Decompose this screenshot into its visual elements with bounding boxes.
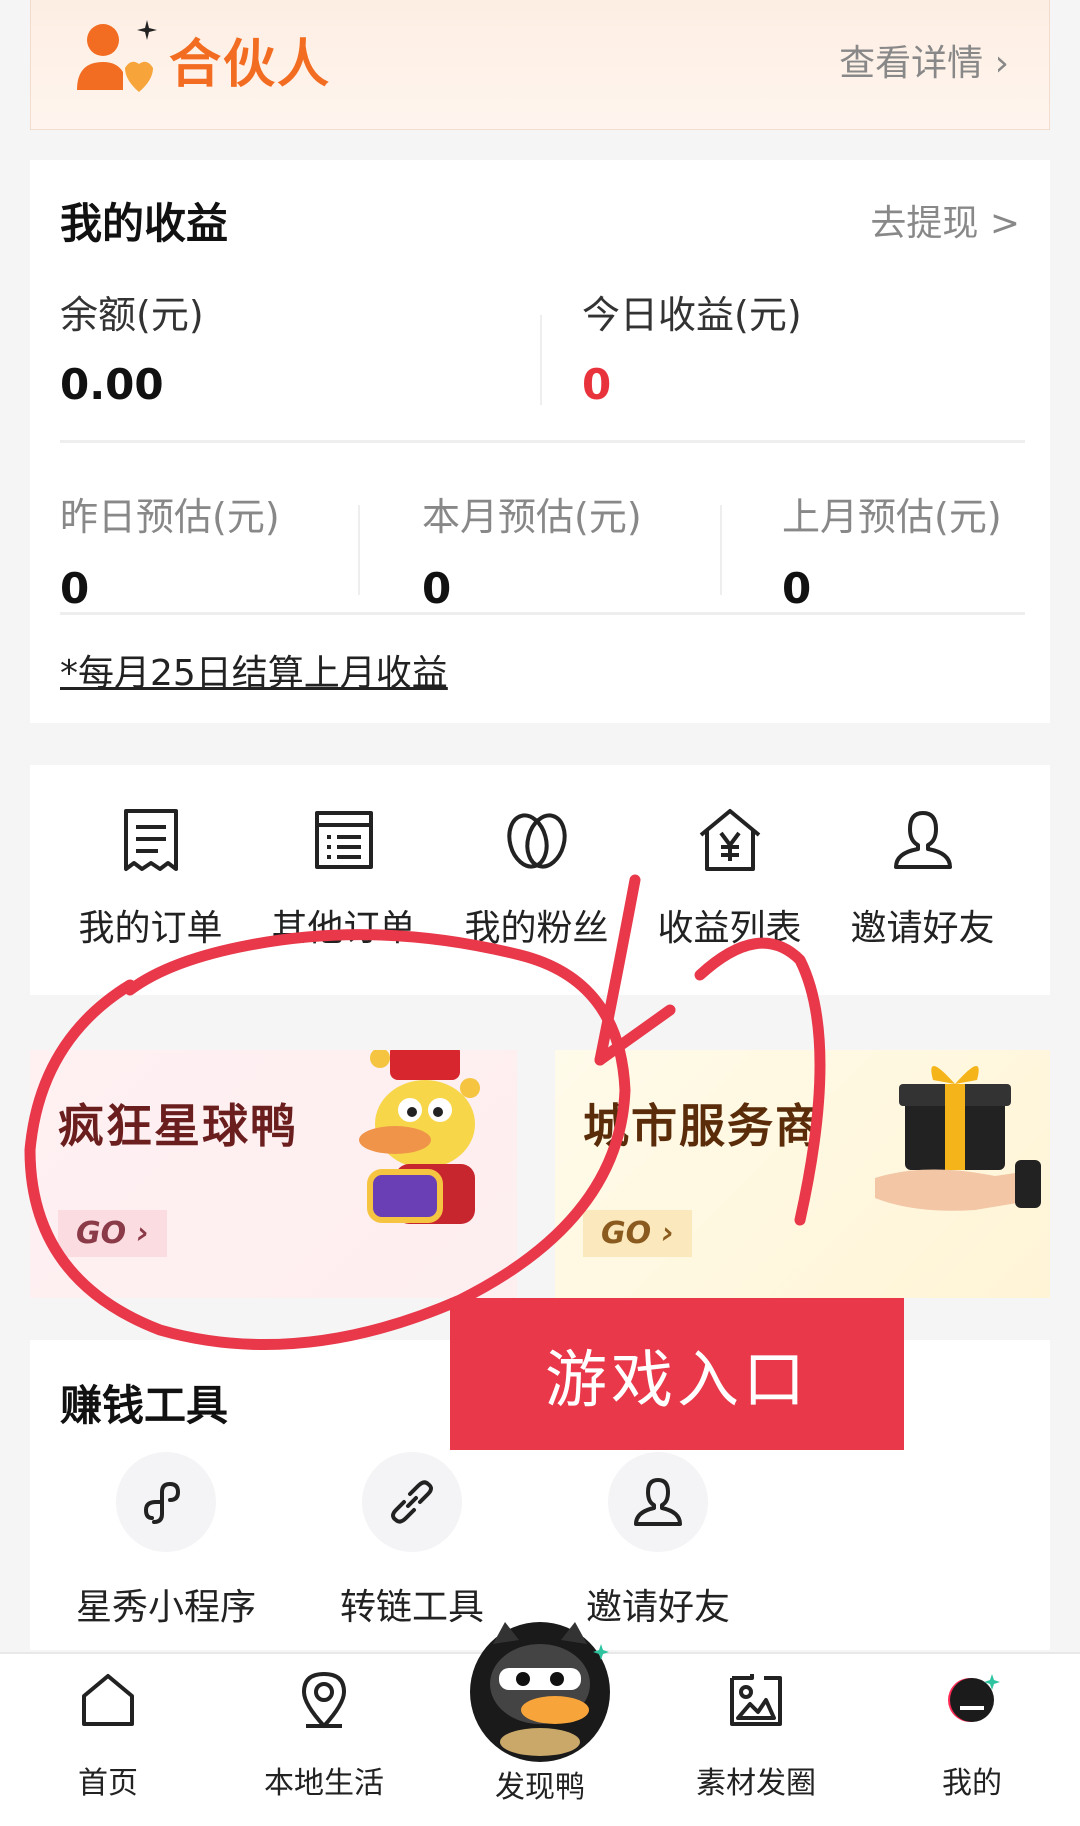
yesterday-estimate-label: 昨日预估(元) bbox=[60, 495, 280, 539]
balance-label: 余额(元) bbox=[60, 293, 204, 337]
earnings-card: 我的收益 去提现 > 余额(元) 0.00 今日收益(元) 0 昨日预估(元) … bbox=[30, 160, 1050, 723]
divider bbox=[720, 505, 722, 595]
profile-icon bbox=[948, 1674, 1000, 1722]
duck-mascot-icon bbox=[359, 1050, 480, 1224]
home-icon bbox=[82, 1674, 134, 1726]
person-icon bbox=[893, 811, 952, 869]
divider bbox=[358, 505, 360, 595]
yesterday-estimate-value: 0 bbox=[60, 564, 90, 613]
today-earnings-value: 0 bbox=[582, 360, 612, 409]
divider bbox=[540, 315, 542, 405]
my-fans-shortcut[interactable]: 我的粉丝 bbox=[440, 805, 633, 951]
tab-label[interactable]: 发现鸭 bbox=[440, 1762, 640, 1806]
gift-box-icon bbox=[875, 1065, 1041, 1211]
tab-local-life[interactable]: 本地生活 bbox=[224, 1668, 424, 1802]
withdraw-link[interactable]: 去提现 > bbox=[870, 194, 1020, 246]
bottom-tab-bar: 首页 本地生活 发现鸭 素材发圈 我的 bbox=[0, 1622, 1080, 1826]
list-icon bbox=[314, 811, 373, 869]
tab-label: 素材发圈 bbox=[696, 1766, 816, 1801]
city-service-provider-banner[interactable]: 城市服务商 GO › bbox=[555, 1050, 1050, 1298]
my-orders-shortcut[interactable]: 我的订单 bbox=[54, 805, 247, 951]
location-icon bbox=[302, 1672, 346, 1728]
tool-icon-circle bbox=[608, 1452, 708, 1552]
invite-friends-tool[interactable]: 邀请好友 bbox=[538, 1452, 778, 1630]
tab-profile[interactable]: 我的 bbox=[872, 1668, 1072, 1802]
tool-label: 星秀小程序 bbox=[75, 1587, 256, 1628]
tab-materials[interactable]: 素材发圈 bbox=[656, 1668, 856, 1802]
earnings-title: 我的收益 bbox=[60, 199, 229, 248]
person-icon bbox=[634, 1478, 682, 1526]
earnings-list-shortcut[interactable]: 收益列表 bbox=[633, 805, 826, 951]
divider bbox=[60, 612, 1025, 615]
duck-icon[interactable] bbox=[465, 1614, 615, 1764]
promo-title: 城市服务商 bbox=[583, 1099, 823, 1153]
month-estimate-value: 0 bbox=[422, 564, 452, 613]
link-convert-tool[interactable]: 转链工具 bbox=[292, 1452, 532, 1630]
shortcut-row: 我的订单 其他订单 我的粉丝 收益列表 邀请好友 bbox=[30, 765, 1050, 995]
game-entry-label: 游戏入口 bbox=[450, 1298, 904, 1450]
shortcut-label: 我的粉丝 bbox=[464, 908, 609, 949]
material-icon bbox=[730, 1674, 782, 1726]
tool-icon-circle bbox=[362, 1452, 462, 1552]
tool-icon-circle bbox=[116, 1452, 216, 1552]
view-details-link[interactable]: 查看详情 › bbox=[839, 34, 1009, 86]
go-button[interactable]: GO › bbox=[58, 1210, 167, 1257]
receipt-icon bbox=[123, 809, 178, 871]
shortcut-label: 我的订单 bbox=[78, 908, 223, 949]
today-earnings-label: 今日收益(元) bbox=[582, 293, 802, 337]
last-month-estimate-label: 上月预估(元) bbox=[782, 495, 1002, 539]
partner-logo-icon bbox=[77, 20, 157, 92]
last-month-estimate-value: 0 bbox=[782, 564, 812, 613]
tab-home[interactable]: 首页 bbox=[8, 1668, 208, 1802]
promo-title: 疯狂星球鸭 bbox=[58, 1099, 298, 1153]
tab-label: 首页 bbox=[78, 1766, 138, 1801]
invite-friends-shortcut[interactable]: 邀请好友 bbox=[826, 805, 1019, 951]
xingxiu-miniprogram-tool[interactable]: 星秀小程序 bbox=[46, 1452, 286, 1630]
partner-title: 合伙人 bbox=[169, 35, 332, 95]
divider bbox=[60, 440, 1025, 443]
crazy-planet-duck-banner[interactable]: 疯狂星球鸭 GO › bbox=[30, 1050, 517, 1298]
balance-value: 0.00 bbox=[60, 360, 164, 409]
earn-tools-title: 赚钱工具 bbox=[60, 1381, 229, 1430]
shortcut-label: 收益列表 bbox=[657, 908, 802, 949]
fans-icon bbox=[506, 813, 567, 869]
tab-label: 本地生活 bbox=[264, 1766, 384, 1801]
other-orders-shortcut[interactable]: 其他订单 bbox=[247, 805, 440, 951]
yen-house-icon bbox=[699, 809, 760, 871]
tab-label: 我的 bbox=[942, 1766, 1002, 1801]
settlement-note[interactable]: *每月25日结算上月收益 bbox=[60, 644, 448, 696]
shortcut-label: 其他订单 bbox=[271, 908, 416, 949]
month-estimate-label: 本月预估(元) bbox=[422, 495, 642, 539]
shortcut-label: 邀请好友 bbox=[850, 908, 995, 949]
link-icon bbox=[391, 1480, 433, 1524]
partner-banner[interactable]: 合伙人 查看详情 › bbox=[30, 0, 1050, 130]
miniprogram-icon bbox=[143, 1481, 181, 1524]
go-button[interactable]: GO › bbox=[583, 1210, 692, 1257]
